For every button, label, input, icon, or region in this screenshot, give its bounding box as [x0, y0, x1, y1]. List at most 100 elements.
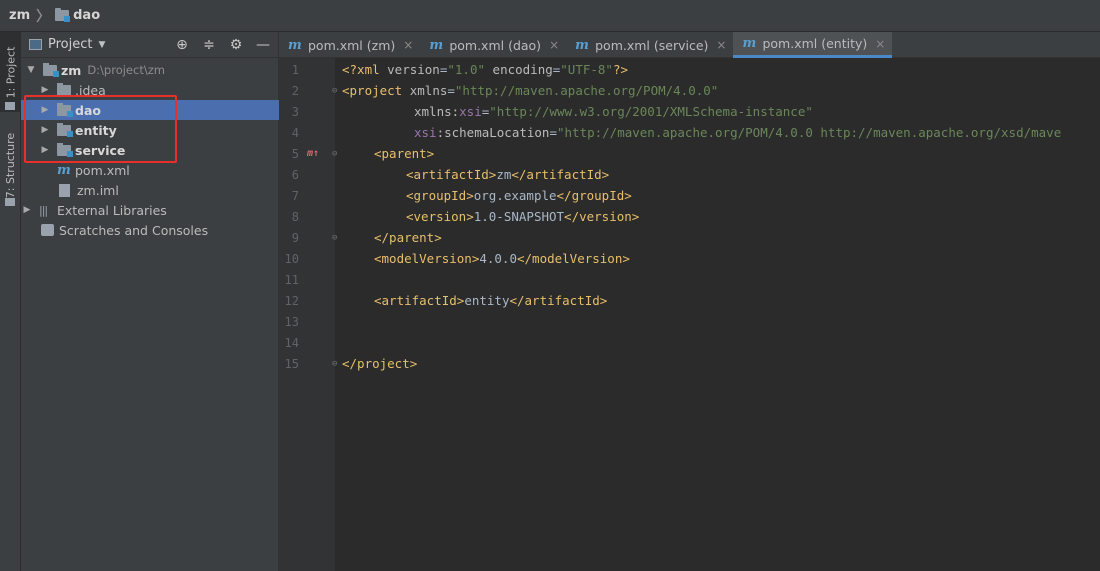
- breadcrumb-root[interactable]: zm: [9, 8, 30, 23]
- project-panel-header: Project ▼ ⊕ ≑ ⚙ —: [21, 32, 278, 58]
- tab-pom-entity[interactable]: m pom.xml (entity) ×: [733, 32, 893, 58]
- tree-item-dao[interactable]: ▶ dao: [21, 100, 279, 120]
- collapsed-arrow-icon[interactable]: ▶: [39, 105, 51, 115]
- collapsed-arrow-icon[interactable]: ▶: [39, 85, 51, 95]
- tab-pom-service[interactable]: m pom.xml (service) ×: [566, 32, 733, 58]
- tree-item-scratches[interactable]: Scratches and Consoles: [21, 220, 279, 240]
- maven-icon: m: [429, 37, 444, 53]
- maven-icon: m: [742, 36, 757, 51]
- project-tool-label: 1: Project: [4, 46, 17, 98]
- tree-item-label: zm.iml: [77, 182, 119, 198]
- close-icon[interactable]: ×: [716, 38, 726, 52]
- close-icon[interactable]: ×: [875, 37, 885, 51]
- code-line[interactable]: 11: [279, 269, 1100, 290]
- tree-item-entity[interactable]: ▶ entity: [21, 120, 279, 140]
- collapsed-arrow-icon[interactable]: ▶: [39, 125, 51, 135]
- tree-item-iml[interactable]: zm.iml: [21, 180, 279, 200]
- module-folder-icon: [57, 142, 73, 157]
- code-line[interactable]: 6 <artifactId>zm</artifactId>: [279, 164, 1100, 185]
- project-panel: Project ▼ ⊕ ≑ ⚙ — ▼ zm D:\project\zm ▶ .…: [21, 32, 279, 571]
- tree-item-service[interactable]: ▶ service: [21, 140, 279, 160]
- line-number: 6: [291, 167, 299, 182]
- code-line[interactable]: 15 ⊖ </project>: [279, 353, 1100, 374]
- file-icon: [59, 183, 70, 197]
- line-number: 1: [291, 62, 299, 77]
- tree-item-pom[interactable]: m pom.xml: [21, 160, 279, 180]
- tab-structure-tool[interactable]: 7: Structure: [0, 122, 21, 208]
- code-line[interactable]: 10 <modelVersion>4.0.0</modelVersion>: [279, 248, 1100, 269]
- tree-item-label: dao: [75, 102, 101, 118]
- close-icon[interactable]: ×: [403, 38, 413, 52]
- tree-item-label: Scratches and Consoles: [59, 222, 209, 238]
- fold-icon[interactable]: ⊖: [332, 149, 337, 159]
- module-folder-icon: [55, 8, 71, 22]
- code-line[interactable]: 8 <version>1.0-SNAPSHOT</version>: [279, 206, 1100, 227]
- tab-pom-dao[interactable]: m pom.xml (dao) ×: [420, 32, 566, 58]
- line-number: 3: [291, 104, 299, 119]
- navigation-bar: zm 〉 dao: [0, 0, 1100, 32]
- chevron-right-icon: 〉: [36, 8, 51, 25]
- line-number: 9: [291, 230, 299, 245]
- gear-icon[interactable]: ⚙: [229, 37, 243, 53]
- code-line[interactable]: 5 m↑ ⊖ <parent>: [279, 143, 1100, 164]
- line-number: 5: [291, 146, 299, 161]
- code-line[interactable]: 13: [279, 311, 1100, 332]
- expanded-arrow-icon[interactable]: ▼: [25, 65, 37, 75]
- collapsed-arrow-icon[interactable]: ▶: [39, 145, 51, 155]
- library-icon: |||: [39, 203, 48, 217]
- project-view-selector[interactable]: Project: [48, 37, 92, 52]
- code-line[interactable]: 3 xmlns:xsi="http://www.w3.org/2001/XMLS…: [279, 101, 1100, 122]
- line-number: 2: [291, 83, 299, 98]
- editor-tabs: m pom.xml (zm) × m pom.xml (dao) × m pom…: [279, 32, 1100, 58]
- tree-item-label: service: [75, 142, 126, 158]
- module-folder-icon: [57, 102, 73, 117]
- locate-icon[interactable]: ⊕: [175, 37, 189, 53]
- line-number: 4: [291, 125, 299, 140]
- code-line[interactable]: 9 ⊖ </parent>: [279, 227, 1100, 248]
- line-number: 12: [284, 293, 299, 308]
- scratches-icon: [41, 224, 54, 236]
- maven-parent-icon[interactable]: m↑: [307, 148, 319, 159]
- close-icon[interactable]: ×: [549, 38, 559, 52]
- tree-item-idea[interactable]: ▶ .idea: [21, 80, 279, 100]
- line-number: 7: [291, 188, 299, 203]
- line-number: 15: [284, 356, 299, 371]
- folder-icon: [57, 82, 71, 96]
- tool-window-strip: 1: Project 7: Structure: [0, 32, 21, 571]
- tree-item-external-libraries[interactable]: ▶ ||| External Libraries: [21, 200, 279, 220]
- tab-label: pom.xml (entity): [762, 36, 868, 51]
- hide-icon[interactable]: —: [256, 37, 270, 53]
- tree-item-zm[interactable]: ▼ zm D:\project\zm: [21, 60, 279, 80]
- fold-icon[interactable]: ⊖: [332, 86, 337, 96]
- tab-label: pom.xml (dao): [449, 37, 542, 53]
- collapsed-arrow-icon[interactable]: ▶: [21, 205, 33, 215]
- tree-item-label: External Libraries: [57, 202, 167, 218]
- structure-icon: [5, 198, 15, 206]
- tree-item-label: pom.xml: [75, 162, 130, 178]
- breadcrumb: zm 〉 dao: [9, 6, 100, 26]
- tree-item-label: entity: [75, 122, 117, 138]
- line-number: 8: [291, 209, 299, 224]
- tree-item-label: zm: [61, 62, 82, 78]
- fold-icon[interactable]: ⊖: [332, 233, 337, 243]
- fold-icon[interactable]: ⊖: [332, 359, 337, 369]
- line-number: 14: [284, 335, 299, 350]
- tab-project-tool[interactable]: 1: Project: [0, 32, 21, 112]
- code-line[interactable]: 4 xsi:schemaLocation="http://maven.apach…: [279, 122, 1100, 143]
- code-line[interactable]: 2 ⊖ <project xmlns="http://maven.apache.…: [279, 80, 1100, 101]
- module-folder-icon: [43, 62, 59, 77]
- module-folder-icon: [57, 122, 73, 137]
- structure-tool-label: 7: Structure: [4, 132, 17, 198]
- maven-icon: m: [57, 162, 71, 178]
- code-line[interactable]: 1 <?xml version="1.0" encoding="UTF-8"?>: [279, 59, 1100, 80]
- line-number: 10: [284, 251, 299, 266]
- breadcrumb-current[interactable]: dao: [73, 8, 100, 23]
- code-line[interactable]: 14: [279, 332, 1100, 353]
- code-line[interactable]: 12 <artifactId>entity</artifactId>: [279, 290, 1100, 311]
- code-line[interactable]: 7 <groupId>org.example</groupId>: [279, 185, 1100, 206]
- tab-pom-zm[interactable]: m pom.xml (zm) ×: [279, 32, 420, 58]
- code-editor[interactable]: 1 <?xml version="1.0" encoding="UTF-8"?>…: [279, 58, 1100, 571]
- maven-icon: m: [575, 37, 589, 53]
- chevron-down-icon[interactable]: ▼: [98, 40, 105, 50]
- collapse-all-icon[interactable]: ≑: [202, 37, 216, 53]
